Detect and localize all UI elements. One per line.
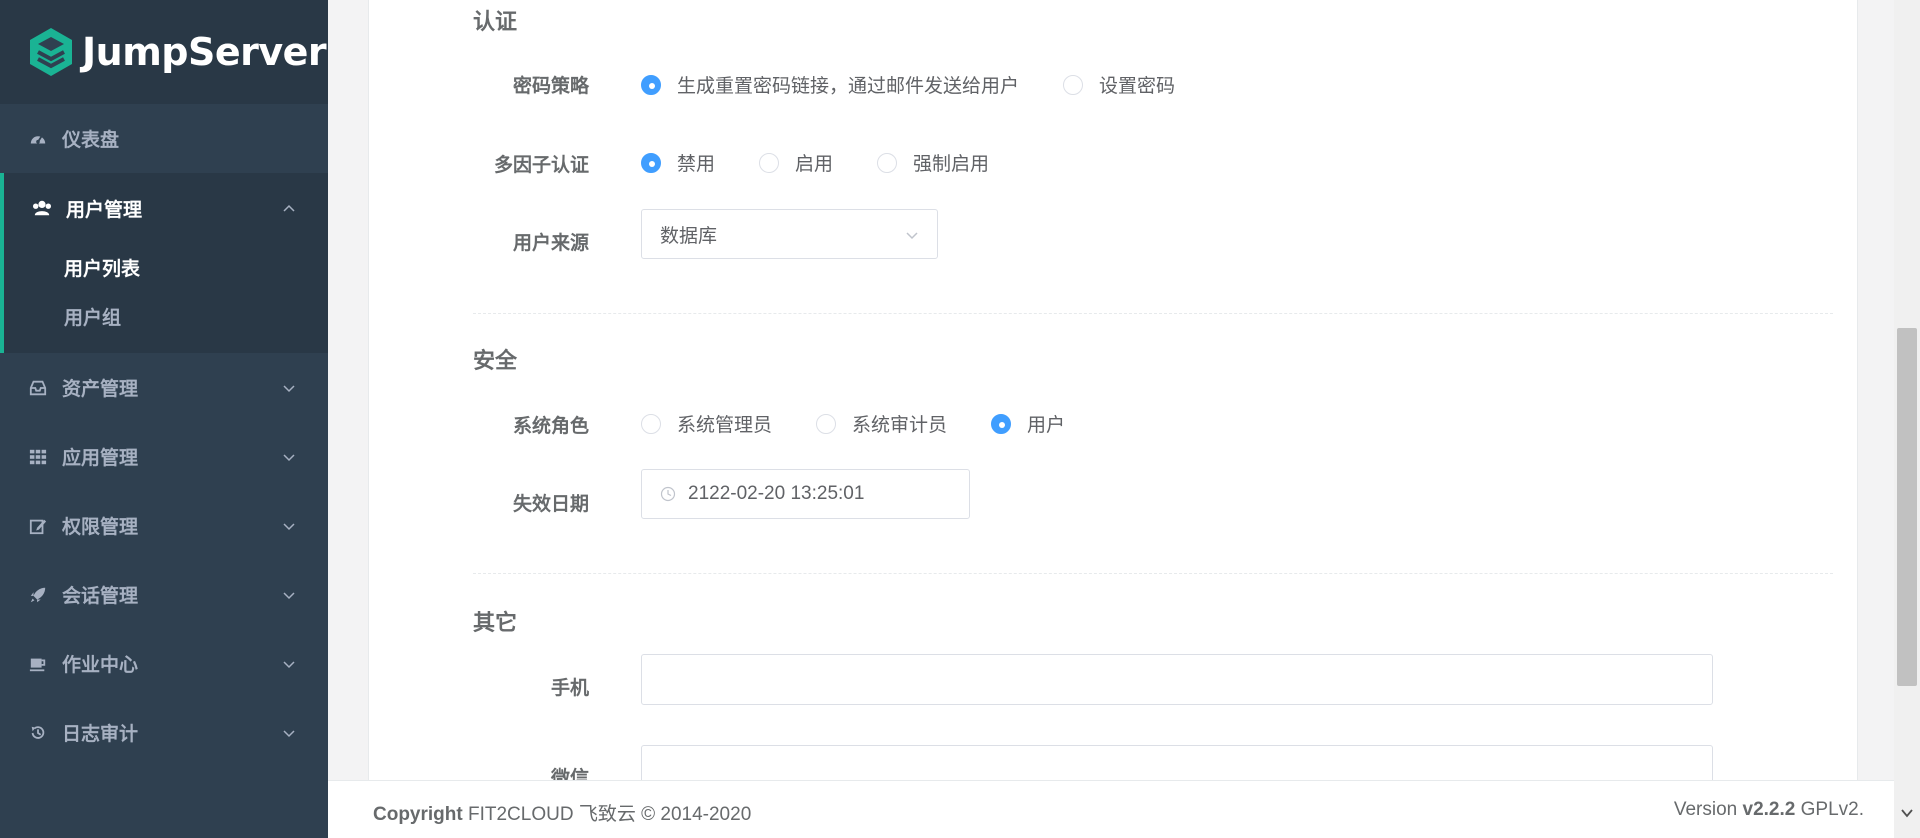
- rocket-icon: [28, 585, 48, 605]
- system-role-radio-group: 系统管理员 系统审计员 用户: [641, 410, 1109, 437]
- radio-label: 启用: [795, 154, 834, 175]
- chevron-down-icon: [283, 591, 295, 599]
- sidebar-item-audit[interactable]: 日志审计: [0, 698, 328, 767]
- logo-text: JumpServer: [82, 30, 327, 74]
- sidebar-subitem-user-group[interactable]: 用户组: [4, 292, 328, 353]
- dashboard-icon: [28, 129, 48, 149]
- copyright-bold: Copyright: [373, 804, 463, 825]
- radio-unchecked-icon: [759, 152, 780, 173]
- sidebar-item-sessions[interactable]: 会话管理: [0, 560, 328, 629]
- radio-label: 系统管理员: [677, 415, 773, 436]
- expire-date-input[interactable]: 2122-02-20 13:25:01: [641, 469, 970, 519]
- chevron-down-icon: [283, 729, 295, 737]
- radio-mfa-force[interactable]: 强制启用: [877, 149, 989, 176]
- radio-checked-icon: [641, 74, 661, 95]
- coffee-icon: [28, 654, 48, 674]
- version-license: GPLv2.: [1795, 799, 1864, 820]
- radio-password-set[interactable]: 设置密码: [1063, 71, 1175, 98]
- radio-label: 禁用: [677, 154, 716, 175]
- page-scrollbar[interactable]: [1894, 0, 1920, 838]
- system-role-label: 系统角色: [512, 416, 589, 437]
- footer-copyright: Copyright FIT2CLOUD 飞致云 © 2014-2020: [373, 799, 751, 826]
- user-source-value: 数据库: [660, 225, 718, 247]
- password-strategy-label: 密码策略: [512, 76, 589, 97]
- footer-version: Version v2.2.2 GPLv2.: [1674, 799, 1864, 821]
- radio-unchecked-icon: [816, 413, 837, 434]
- user-source-label: 用户来源: [512, 233, 589, 254]
- radio-role-admin[interactable]: 系统管理员: [641, 410, 772, 437]
- radio-mfa-enable[interactable]: 启用: [759, 149, 833, 176]
- user-source-select[interactable]: 数据库: [641, 209, 938, 259]
- scroll-down-arrow-icon[interactable]: [1900, 806, 1914, 820]
- chevron-down-icon: [283, 522, 295, 530]
- section-divider: [473, 313, 1833, 314]
- users-icon: [32, 198, 52, 218]
- sidebar-item-label: 应用管理: [62, 448, 139, 469]
- expire-date-label: 失效日期: [512, 494, 589, 515]
- wechat-input[interactable]: [641, 745, 1713, 780]
- scrollbar-thumb[interactable]: [1897, 328, 1917, 686]
- version-number: v2.2.2: [1742, 799, 1796, 820]
- radio-label: 用户: [1027, 415, 1066, 436]
- radio-label: 强制启用: [913, 154, 990, 175]
- sidebar-item-label: 用户管理: [66, 199, 143, 221]
- sidebar-item-users[interactable]: 用户管理: [4, 173, 328, 243]
- sidebar-item-label: 会话管理: [62, 586, 139, 607]
- radio-unchecked-icon: [877, 152, 898, 173]
- user-form-panel: 认证 密码策略 生成重置密码链接，通过邮件发送给用户 设置密码 多因子认证 禁用…: [368, 0, 1858, 780]
- radio-role-auditor[interactable]: 系统审计员: [816, 410, 947, 437]
- sidebar-item-label: 日志审计: [62, 724, 139, 745]
- sidebar-item-assets[interactable]: 资产管理: [0, 353, 328, 422]
- sidebar-item-jobs[interactable]: 作业中心: [0, 629, 328, 698]
- section-title-security: 安全: [473, 348, 518, 373]
- jumpserver-logo-icon: [30, 28, 72, 76]
- chevron-down-icon: [283, 384, 295, 392]
- sidebar-item-dashboard[interactable]: 仪表盘: [0, 104, 328, 173]
- sidebar-group-users: 用户管理 用户列表 用户组: [0, 173, 328, 353]
- chevron-down-icon: [283, 453, 295, 461]
- main-content: 认证 密码策略 生成重置密码链接，通过邮件发送给用户 设置密码 多因子认证 禁用…: [328, 0, 1894, 780]
- copyright-text: FIT2CLOUD 飞致云 © 2014-2020: [462, 804, 752, 825]
- mfa-label: 多因子认证: [493, 155, 589, 176]
- section-title-other: 其它: [473, 610, 518, 635]
- phone-input[interactable]: [641, 654, 1713, 705]
- clock-icon: [660, 486, 676, 502]
- radio-label: 设置密码: [1099, 76, 1176, 97]
- radio-password-email-link[interactable]: 生成重置密码链接，通过邮件发送给用户: [641, 71, 1019, 98]
- mfa-radio-group: 禁用 启用 强制启用: [641, 149, 1033, 176]
- radio-label: 生成重置密码链接，通过邮件发送给用户: [677, 76, 1020, 97]
- sidebar-item-label: 资产管理: [62, 379, 139, 400]
- section-title-auth: 认证: [473, 9, 518, 34]
- sidebar-item-label: 作业中心: [62, 655, 139, 676]
- radio-mfa-disable[interactable]: 禁用: [641, 149, 715, 176]
- sidebar-item-permissions[interactable]: 权限管理: [0, 491, 328, 560]
- phone-label: 手机: [550, 678, 589, 699]
- footer: Copyright FIT2CLOUD 飞致云 © 2014-2020 Vers…: [328, 780, 1894, 838]
- sidebar-subitem-user-list[interactable]: 用户列表: [4, 243, 328, 292]
- radio-unchecked-icon: [641, 413, 661, 434]
- edit-icon: [28, 516, 48, 536]
- grid-icon: [28, 447, 48, 467]
- chevron-up-icon: [283, 204, 295, 212]
- radio-checked-icon: [641, 152, 661, 173]
- history-icon: [28, 723, 48, 743]
- chevron-down-icon: [906, 232, 918, 240]
- chevron-down-icon: [283, 660, 295, 668]
- wechat-label: 微信: [550, 768, 589, 780]
- sidebar-item-apps[interactable]: 应用管理: [0, 422, 328, 491]
- sidebar-item-label: 权限管理: [62, 517, 139, 538]
- radio-unchecked-icon: [1063, 74, 1084, 95]
- radio-label: 系统审计员: [852, 415, 948, 436]
- radio-role-user[interactable]: 用户: [991, 410, 1065, 437]
- expire-date-value: 2122-02-20 13:25:01: [688, 483, 865, 504]
- logo[interactable]: JumpServer: [0, 0, 328, 104]
- inbox-icon: [28, 378, 48, 398]
- sidebar-item-label: 仪表盘: [62, 130, 120, 151]
- version-prefix: Version: [1673, 799, 1743, 820]
- password-strategy-radio-group: 生成重置密码链接，通过邮件发送给用户 设置密码: [641, 71, 1219, 98]
- radio-checked-icon: [991, 413, 1012, 434]
- sidebar: JumpServer 仪表盘 用户管理 用户列表 用户组 资产管理 应用管理 权…: [0, 0, 328, 838]
- section-divider: [473, 573, 1833, 574]
